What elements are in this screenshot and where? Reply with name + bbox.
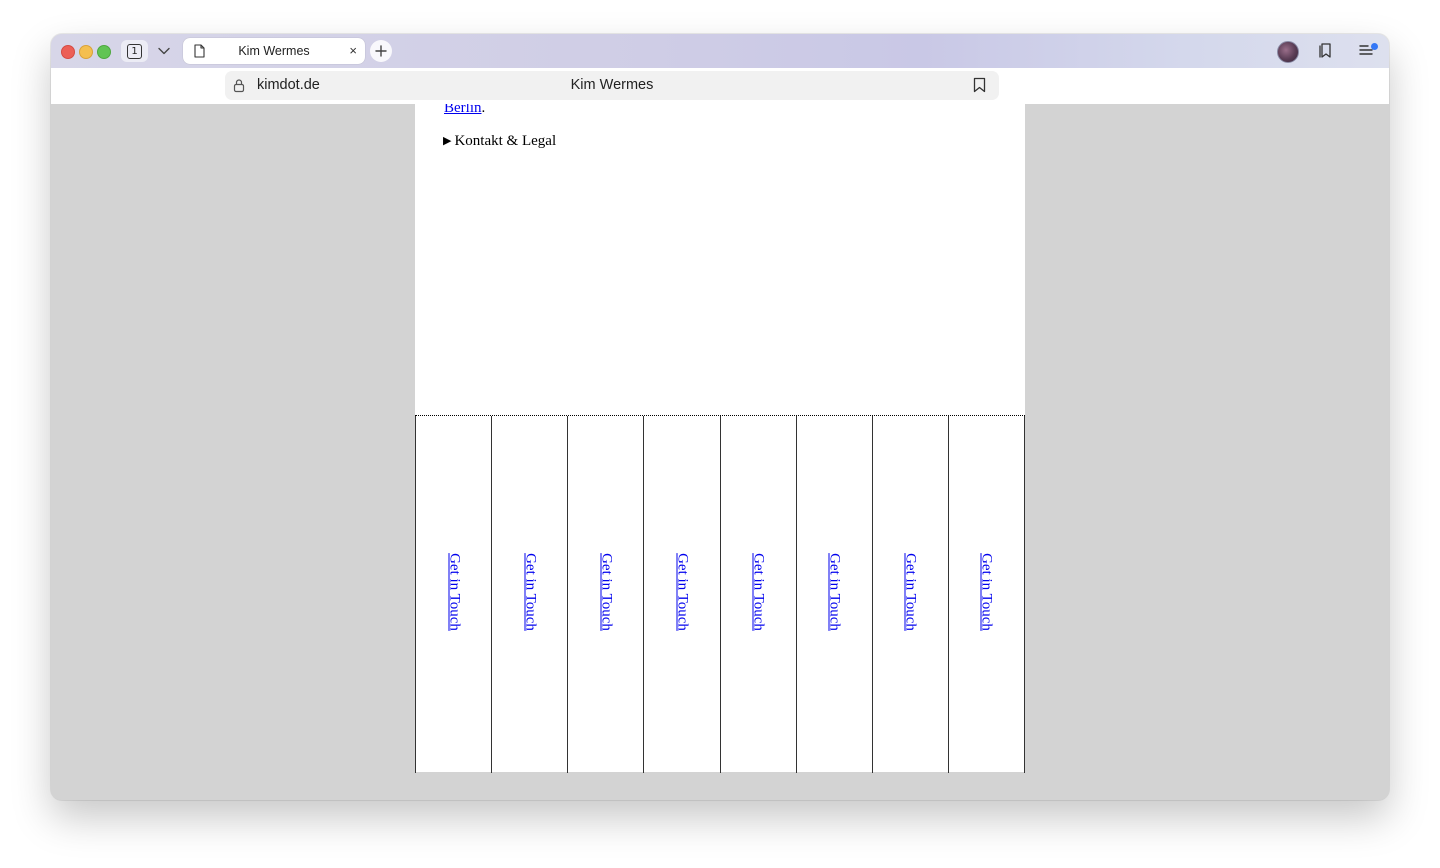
strip: Get in Touch	[871, 416, 948, 773]
tab-overview-button[interactable]: 1	[121, 40, 148, 62]
strip: Get in Touch	[719, 416, 796, 773]
get-in-touch-strips: Get in Touch Get in Touch Get in Touch G…	[415, 415, 1025, 773]
get-in-touch-link[interactable]: Get in Touch	[826, 553, 843, 631]
zoom-window-button[interactable]	[97, 45, 111, 59]
get-in-touch-link[interactable]: Get in Touch	[521, 553, 538, 631]
toolbar: kimdot.de Kim Wermes	[51, 68, 1389, 105]
strip: Get in Touch	[567, 416, 643, 773]
disclosure-triangle-icon: ▶	[443, 135, 452, 147]
strip: Get in Touch	[643, 416, 719, 773]
get-in-touch-link[interactable]: Get in Touch	[750, 553, 767, 631]
close-tab-icon[interactable]: ×	[349, 44, 357, 58]
tab-count-badge: 1	[127, 43, 142, 59]
strip: Get in Touch	[947, 416, 1025, 773]
page-content: Berlin. ▶ Kontakt & Legal Get in Touch Ge…	[415, 104, 1025, 773]
lock-icon	[233, 78, 245, 98]
web-viewport: Berlin. ▶ Kontakt & Legal Get in Touch Ge…	[51, 104, 1389, 800]
plus-icon	[375, 45, 387, 57]
address-bar[interactable]: kimdot.de Kim Wermes	[225, 71, 999, 100]
profile-avatar[interactable]	[1277, 41, 1299, 63]
active-tab[interactable]: Kim Wermes ×	[183, 38, 365, 64]
new-tab-button[interactable]	[370, 40, 392, 62]
berlin-link[interactable]: Berlin	[444, 104, 482, 116]
title-bar: 1 Kim Wermes ×	[51, 34, 1389, 68]
get-in-touch-link[interactable]: Get in Touch	[597, 553, 614, 631]
get-in-touch-link[interactable]: Get in Touch	[673, 553, 690, 631]
document-icon	[194, 44, 205, 63]
disclosure-summary: Kontakt & Legal	[454, 133, 557, 149]
strip: Get in Touch	[795, 416, 872, 773]
period-text: .	[481, 104, 486, 116]
notification-badge	[1371, 43, 1378, 50]
contact-legal-disclosure[interactable]: ▶ Kontakt & Legal	[443, 132, 556, 151]
strip: Get in Touch	[491, 416, 567, 773]
minimize-window-button[interactable]	[79, 45, 93, 59]
bookmark-icon[interactable]	[973, 77, 986, 98]
strip: Get in Touch	[415, 416, 491, 773]
tab-title: Kim Wermes	[238, 44, 310, 58]
get-in-touch-link[interactable]: Get in Touch	[445, 553, 462, 631]
chevron-down-icon[interactable]	[153, 41, 175, 61]
browser-window: 1 Kim Wermes × kimdot.de Kim Wermes Berl…	[51, 34, 1389, 800]
partial-text-line: Berlin.	[444, 104, 485, 118]
bookmarks-icon[interactable]	[1317, 42, 1333, 64]
url-text: kimdot.de	[257, 77, 320, 93]
close-window-button[interactable]	[61, 45, 75, 59]
page-title: Kim Wermes	[570, 77, 654, 93]
get-in-touch-link[interactable]: Get in Touch	[902, 553, 919, 631]
get-in-touch-link[interactable]: Get in Touch	[978, 553, 995, 631]
